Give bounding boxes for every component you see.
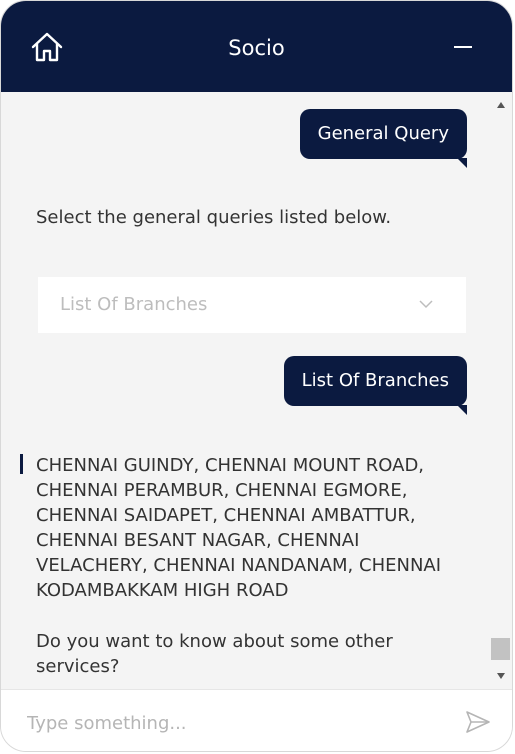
user-message-text: List Of Branches	[301, 370, 449, 391]
bot-message: Do you want to know about some other ser…	[36, 631, 393, 677]
minimize-button[interactable]	[450, 34, 478, 62]
select-value: List Of Branches	[60, 294, 208, 315]
user-message-text: General Query	[317, 123, 449, 144]
minimize-icon	[454, 46, 472, 48]
bot-message: Select the general queries listed below.	[36, 207, 392, 228]
scroll-down-arrow-icon[interactable]	[496, 672, 506, 680]
chat-header: Socio	[1, 1, 512, 92]
chat-scrollbar[interactable]	[489, 92, 512, 689]
chat-input-bar	[1, 689, 512, 751]
user-message: List Of Branches	[283, 356, 467, 415]
scrollbar-thumb[interactable]	[491, 638, 510, 660]
bot-message-marker	[20, 454, 23, 474]
user-message: General Query	[299, 109, 467, 168]
bubble-tail	[457, 405, 467, 415]
chat-widget: Socio General Query Select the general q…	[0, 0, 513, 752]
bubble-tail	[457, 158, 467, 168]
branch-list-message: CHENNAI GUINDY, CHENNAI MOUNT ROAD, CHEN…	[36, 455, 442, 601]
scroll-up-arrow-icon[interactable]	[496, 101, 506, 109]
chat-title: Socio	[228, 36, 285, 60]
send-icon	[466, 711, 490, 733]
send-button[interactable]	[464, 708, 492, 736]
message-input[interactable]	[27, 710, 437, 736]
general-query-select[interactable]: List Of Branches	[38, 277, 466, 333]
chat-messages[interactable]: General Query Select the general queries…	[1, 92, 491, 689]
chevron-down-icon	[419, 300, 433, 309]
